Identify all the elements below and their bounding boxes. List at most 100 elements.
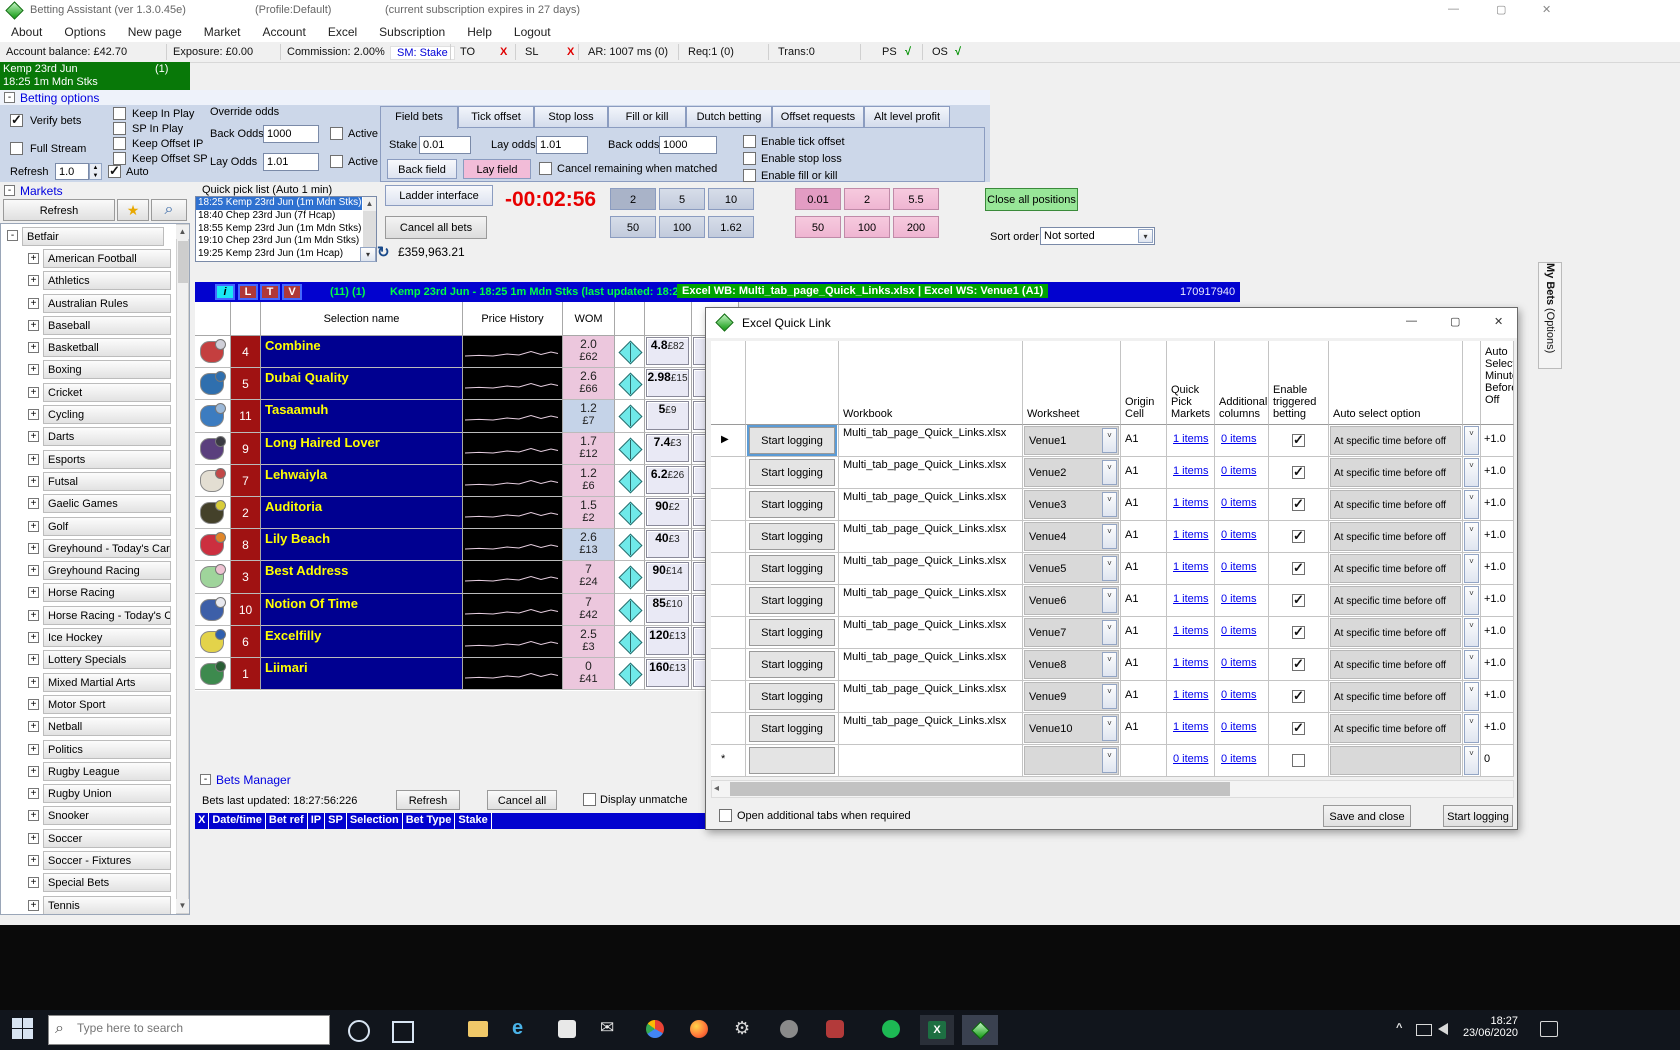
start-logging-row-button[interactable]: Start logging <box>749 523 835 550</box>
back-odds-active-checkbox[interactable] <box>330 127 343 140</box>
start-logging-row-button[interactable]: Start logging <box>749 715 835 742</box>
market-label[interactable]: Mixed Martial Arts <box>43 673 171 692</box>
lay-odds-input[interactable]: 1.01 <box>263 153 319 171</box>
market-label[interactable]: Baseball <box>43 316 171 335</box>
expand-icon[interactable]: + <box>28 654 39 665</box>
save-and-close-button[interactable]: Save and close <box>1323 805 1411 827</box>
market-tree-item[interactable]: + Basketball <box>1 337 189 359</box>
market-tree-item[interactable]: + Gaelic Games <box>1 493 189 515</box>
expand-icon[interactable]: + <box>28 275 39 286</box>
keep-offset-ip-checkbox[interactable] <box>113 137 126 150</box>
auto-select-combo-arrow-icon[interactable]: ˅ <box>1464 458 1479 487</box>
additional-columns-link[interactable]: 0 items <box>1221 721 1256 733</box>
additional-columns-link[interactable]: 0 items <box>1221 625 1256 637</box>
verify-bets-checkbox[interactable] <box>10 114 23 127</box>
additional-columns-link[interactable]: 0 items <box>1221 529 1256 541</box>
selection-name[interactable]: Liimari <box>261 658 463 690</box>
start-logging-button[interactable]: Start logging <box>1443 805 1513 827</box>
sp-in-play-checkbox[interactable] <box>113 122 126 135</box>
auto-select-combo-arrow-icon[interactable]: ˅ <box>1464 426 1479 455</box>
worksheet-select[interactable]: Venue9˅ <box>1024 682 1119 711</box>
quick-pick-items-link[interactable]: 1 items <box>1173 657 1208 669</box>
market-tree-item[interactable]: + American Football <box>1 248 189 270</box>
back-price-button[interactable]: 5£9 <box>646 401 689 429</box>
chrome-icon[interactable] <box>646 1020 664 1038</box>
expand-icon[interactable]: + <box>28 833 39 844</box>
expand-icon[interactable]: + <box>28 298 39 309</box>
quick-pick-list[interactable]: 18:25 Kemp 23rd Jun (1m Mdn Stks)18:40 C… <box>195 196 377 262</box>
market-label[interactable]: Athletics <box>43 271 171 290</box>
market-tree-item[interactable]: + Snooker <box>1 805 189 827</box>
additional-columns-link[interactable]: 0 items <box>1221 465 1256 477</box>
stake-button[interactable]: 100 <box>659 216 705 238</box>
trade-tab[interactable]: Field bets <box>380 106 458 129</box>
stake-button[interactable]: 50 <box>610 216 656 238</box>
new-auto-select-combo-arrow-icon[interactable]: ˅ <box>1464 746 1479 775</box>
workbook-cell[interactable]: Multi_tab_page_Quick_Links.xlsx <box>843 651 1006 663</box>
full-stream-checkbox[interactable] <box>10 142 23 155</box>
selection-name[interactable]: Long Haired Lover <box>261 433 463 465</box>
market-label[interactable]: Snooker <box>43 806 171 825</box>
dialog-h-scrollbar[interactable]: ◂ <box>711 780 1514 798</box>
cancel-all-bets-button[interactable]: Cancel all bets <box>385 216 487 239</box>
start-logging-row-button[interactable]: Start logging <box>749 651 835 678</box>
dialog-close-button[interactable]: ✕ <box>1494 315 1503 328</box>
minutes-before-off-value[interactable]: +1.0 <box>1484 497 1506 509</box>
enable-tick-offset-checkbox[interactable] <box>743 135 756 148</box>
menu-item[interactable]: Excel <box>317 22 368 39</box>
selection-name[interactable]: Lehwaiyla <box>261 465 463 497</box>
expand-icon[interactable]: + <box>28 543 39 554</box>
betting-assistant-task-active[interactable] <box>962 1015 998 1045</box>
selection-name[interactable]: Best Address <box>261 561 463 593</box>
minutes-before-off-value[interactable]: +1.0 <box>1484 529 1506 541</box>
worksheet-select[interactable]: Venue10˅ <box>1024 714 1119 743</box>
firefox-icon[interactable] <box>690 1020 708 1038</box>
market-tree-item[interactable]: + Lottery Specials <box>1 649 189 671</box>
enable-triggered-checkbox[interactable] <box>1292 562 1305 575</box>
market-label[interactable]: Basketball <box>43 338 171 357</box>
store-icon[interactable] <box>558 1020 576 1038</box>
enable-fill-or-kill-checkbox[interactable] <box>743 169 756 182</box>
odds-button[interactable]: 2 <box>844 188 890 210</box>
back-odds-input[interactable]: 1000 <box>263 125 319 143</box>
back-price-button[interactable]: 7.4£3 <box>646 434 689 462</box>
additional-columns-link[interactable]: 0 items <box>1221 433 1256 445</box>
quick-pick-item[interactable]: 18:40 Chep 23rd Jun (7f Hcap) <box>196 210 362 223</box>
market-label[interactable]: Rugby League <box>43 762 171 781</box>
market-label[interactable]: Lottery Specials <box>43 650 171 669</box>
markets-refresh-button[interactable]: Refresh <box>3 199 115 221</box>
quick-pick-item[interactable]: 19:25 Kemp 23rd Jun (1m Hcap) <box>196 248 362 261</box>
start-logging-row-button[interactable]: Start logging <box>749 427 835 454</box>
expand-icon[interactable]: + <box>28 364 39 375</box>
auto-select-combo-arrow-icon[interactable]: ˅ <box>1464 714 1479 743</box>
odds-button[interactable]: 50 <box>795 216 841 238</box>
quick-pick-item[interactable]: 19:10 Chep 23rd Jun (1m Mdn Stks) <box>196 235 362 248</box>
origin-cell-value[interactable]: A1 <box>1125 529 1138 541</box>
trade-tab[interactable]: Stop loss <box>534 106 608 127</box>
market-tree-item[interactable]: + Cricket <box>1 382 189 404</box>
quick-pick-items-link[interactable]: 1 items <box>1173 721 1208 733</box>
search-input[interactable] <box>75 1020 319 1036</box>
market-tree-item[interactable]: + Politics <box>1 739 189 761</box>
auto-select-option-cell[interactable]: At specific time before off <box>1330 458 1461 487</box>
quick-pick-items-link[interactable]: 1 items <box>1173 497 1208 509</box>
market-tree-item[interactable]: + Greyhound Racing <box>1 560 189 582</box>
workbook-cell[interactable]: Multi_tab_page_Quick_Links.xlsx <box>843 715 1006 727</box>
mail-icon[interactable]: ✉ <box>600 1018 624 1042</box>
trade-tab[interactable]: Alt level profit <box>864 106 950 127</box>
market-label[interactable]: Tennis <box>43 896 171 915</box>
origin-cell-value[interactable]: A1 <box>1125 657 1138 669</box>
minutes-before-off-value[interactable]: +1.0 <box>1484 593 1506 605</box>
dialog-minimize-button[interactable]: — <box>1406 315 1417 327</box>
auto-select-option-cell[interactable]: At specific time before off <box>1330 618 1461 647</box>
tree-scrollbar[interactable]: ▲ ▼ <box>176 224 189 914</box>
origin-cell-value[interactable]: A1 <box>1125 497 1138 509</box>
tree-root-label[interactable]: Betfair <box>22 227 164 246</box>
menu-item[interactable]: Options <box>53 22 116 39</box>
enable-triggered-checkbox[interactable] <box>1292 466 1305 479</box>
refresh-rate-input[interactable]: 1.0 <box>55 163 89 180</box>
worksheet-select[interactable]: Venue2˅ <box>1024 458 1119 487</box>
additional-columns-link[interactable]: 0 items <box>1221 657 1256 669</box>
market-tree-item[interactable]: + Athletics <box>1 270 189 292</box>
auto-select-option-cell[interactable]: At specific time before off <box>1330 554 1461 583</box>
